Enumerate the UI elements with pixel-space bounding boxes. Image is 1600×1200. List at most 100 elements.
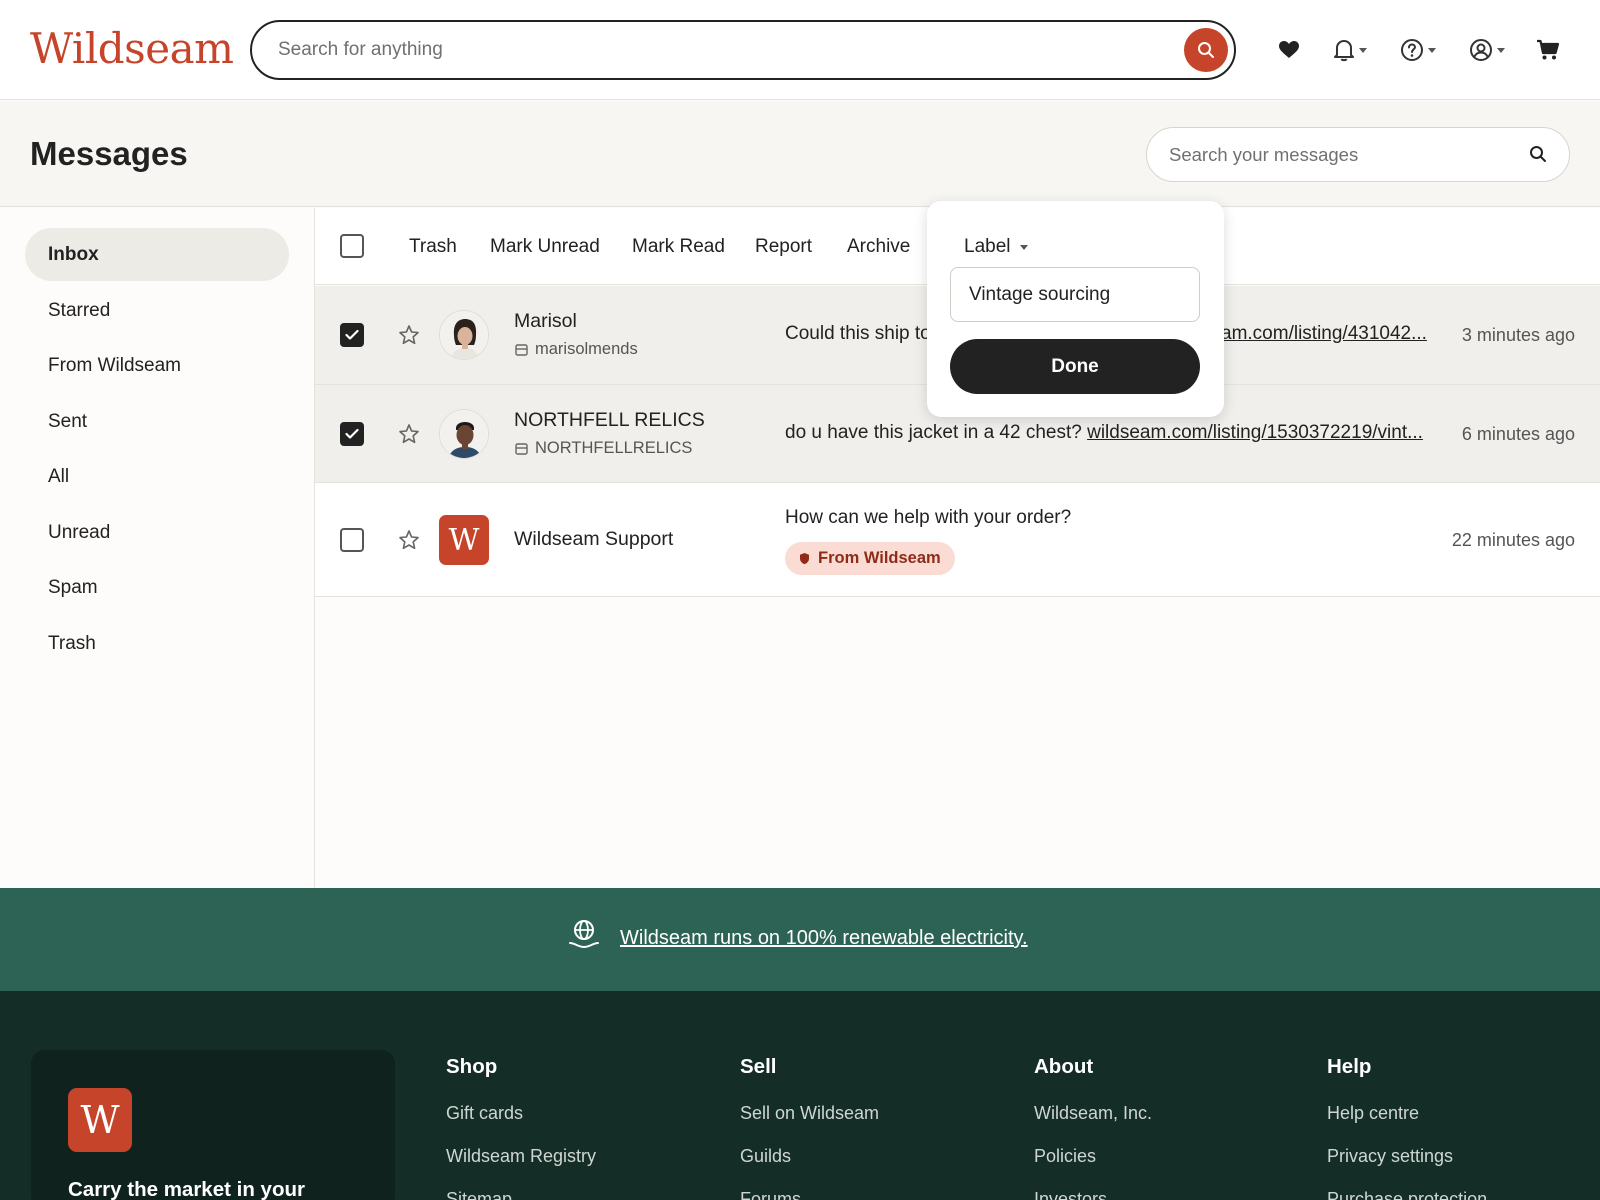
sender-handle: marisolmends	[515, 340, 638, 359]
done-button[interactable]: Done	[950, 339, 1200, 394]
avatar	[439, 409, 489, 459]
footer-column-shop: Shop Gift cards Wildseam Registry Sitema…	[446, 1055, 596, 1200]
row-checkbox[interactable]	[340, 528, 364, 552]
app-promo-text: Carry the market in your	[68, 1178, 305, 1200]
snippet-link[interactable]: am.com/listing/431042...	[1221, 323, 1427, 344]
renewable-banner: Wildseam runs on 100% renewable electric…	[0, 888, 1600, 991]
message-snippet-link-area: am.com/listing/431042...	[1221, 323, 1427, 345]
message-snippet: do u have this jacket in a 42 chest? wil…	[785, 422, 1423, 444]
footer-heading: Shop	[446, 1055, 498, 1078]
search-icon[interactable]	[1529, 145, 1547, 163]
help-button[interactable]	[1400, 36, 1436, 64]
snippet-text: do u have this jacket in a 42 chest?	[785, 422, 1082, 443]
sidebar-item-starred[interactable]: Starred	[25, 284, 289, 337]
messages-header: Messages	[0, 101, 1600, 207]
label-dropdown[interactable]: Label	[964, 236, 1028, 258]
row-checkbox[interactable]	[340, 422, 364, 446]
favorites-button[interactable]	[1278, 36, 1300, 64]
message-row[interactable]: W Wildseam Support How can we help with …	[315, 483, 1600, 597]
checkmark-icon	[345, 329, 359, 340]
footer-link[interactable]: Privacy settings	[1327, 1146, 1487, 1189]
sender-handle-text: marisolmends	[535, 340, 638, 358]
user-icon	[1470, 39, 1492, 61]
label-dropdown-text: Label	[964, 236, 1011, 257]
snippet-link[interactable]: wildseam.com/listing/1530372219/vint...	[1087, 422, 1423, 443]
sender-name: NORTHFELL RELICS	[514, 409, 705, 431]
avatar-photo-icon	[440, 311, 488, 359]
sidebar-item-spam[interactable]: Spam	[25, 561, 289, 614]
notifications-button[interactable]	[1333, 36, 1367, 64]
chevron-down-icon	[1359, 47, 1367, 53]
footer-link[interactable]: Wildseam Registry	[446, 1146, 596, 1189]
wildseam-support-logo: W	[439, 515, 489, 565]
footer-link[interactable]: Sell on Wildseam	[740, 1103, 879, 1146]
shield-icon	[800, 553, 809, 565]
label-popover: Label Done	[927, 201, 1224, 417]
badge-label: From Wildseam	[818, 549, 941, 567]
top-header: Wildseam	[0, 0, 1600, 100]
message-time: 3 minutes ago	[1461, 325, 1575, 345]
app-logo: W	[68, 1088, 132, 1152]
row-checkbox[interactable]	[340, 323, 364, 347]
sidebar-item-from-wildseam[interactable]: From Wildseam	[25, 339, 289, 392]
shop-icon	[515, 343, 528, 356]
app-promo-card[interactable]: W Carry the market in your	[31, 1050, 395, 1200]
footer-link[interactable]: Sitemap	[446, 1189, 596, 1200]
messages-search-input[interactable]	[1169, 142, 1509, 168]
archive-button[interactable]: Archive	[847, 236, 910, 258]
footer-link[interactable]: Wildseam, Inc.	[1034, 1103, 1152, 1146]
footer-link[interactable]: Policies	[1034, 1146, 1152, 1189]
sidebar-item-sent[interactable]: Sent	[25, 395, 289, 448]
mark-read-button[interactable]: Mark Read	[632, 236, 725, 258]
label-name-input[interactable]	[950, 267, 1200, 322]
search-icon	[1198, 42, 1214, 58]
footer-link[interactable]: Forums	[740, 1189, 879, 1200]
footer-link[interactable]: Purchase protection	[1327, 1189, 1487, 1200]
footer-link[interactable]: Guilds	[740, 1146, 879, 1189]
chevron-down-icon	[1428, 47, 1436, 53]
messages-search-bar	[1146, 127, 1570, 182]
footer-link[interactable]: Help centre	[1327, 1103, 1487, 1146]
message-time: 6 minutes ago	[1461, 424, 1575, 444]
trash-button[interactable]: Trash	[409, 236, 457, 258]
footer-heading: Help	[1327, 1055, 1372, 1078]
message-time: 22 minutes ago	[1451, 530, 1575, 550]
heart-icon	[1279, 41, 1299, 58]
star-icon[interactable]	[398, 324, 420, 346]
renewable-link[interactable]: Wildseam runs on 100% renewable electric…	[620, 927, 1028, 950]
site-footer: W Carry the market in your Shop Gift car…	[0, 991, 1600, 1200]
search-button[interactable]	[1184, 28, 1228, 72]
star-icon[interactable]	[398, 529, 420, 551]
message-snippet: How can we help with your order?	[785, 507, 1072, 528]
sidebar-item-trash[interactable]: Trash	[25, 617, 289, 670]
select-all-checkbox[interactable]	[340, 234, 364, 258]
from-wildseam-badge: From Wildseam	[785, 542, 955, 575]
footer-heading: About	[1034, 1055, 1094, 1078]
footer-column-about: About Wildseam, Inc. Policies Investors	[1034, 1055, 1152, 1200]
shop-icon	[515, 442, 528, 455]
snippet-text: Could this ship to	[785, 323, 931, 344]
sender-name: Wildseam Support	[514, 528, 674, 550]
cart-button[interactable]	[1536, 36, 1560, 64]
sidebar-item-unread[interactable]: Unread	[25, 506, 289, 559]
folder-sidebar: Inbox Starred From Wildseam Sent All Unr…	[0, 208, 315, 888]
sidebar-item-all[interactable]: All	[25, 450, 289, 503]
report-button[interactable]: Report	[755, 236, 812, 258]
avatar	[439, 310, 489, 360]
page-title: Messages	[30, 135, 188, 172]
sidebar-item-inbox[interactable]: Inbox	[25, 228, 289, 281]
footer-link[interactable]: Gift cards	[446, 1103, 596, 1146]
help-icon	[1401, 39, 1423, 61]
avatar-photo-icon	[440, 410, 488, 458]
global-search-input[interactable]	[278, 36, 1138, 64]
globe-icon	[569, 920, 599, 949]
sender-handle-text: NORTHFELLRELICS	[535, 439, 693, 457]
bell-icon	[1334, 40, 1354, 62]
account-button[interactable]	[1469, 36, 1505, 64]
wildseam-logo[interactable]: Wildseam	[30, 24, 234, 73]
mark-unread-button[interactable]: Mark Unread	[490, 236, 600, 258]
footer-link[interactable]: Investors	[1034, 1189, 1152, 1200]
star-icon[interactable]	[398, 423, 420, 445]
sender-handle: NORTHFELLRELICS	[515, 439, 692, 458]
chevron-down-icon	[1497, 47, 1505, 53]
